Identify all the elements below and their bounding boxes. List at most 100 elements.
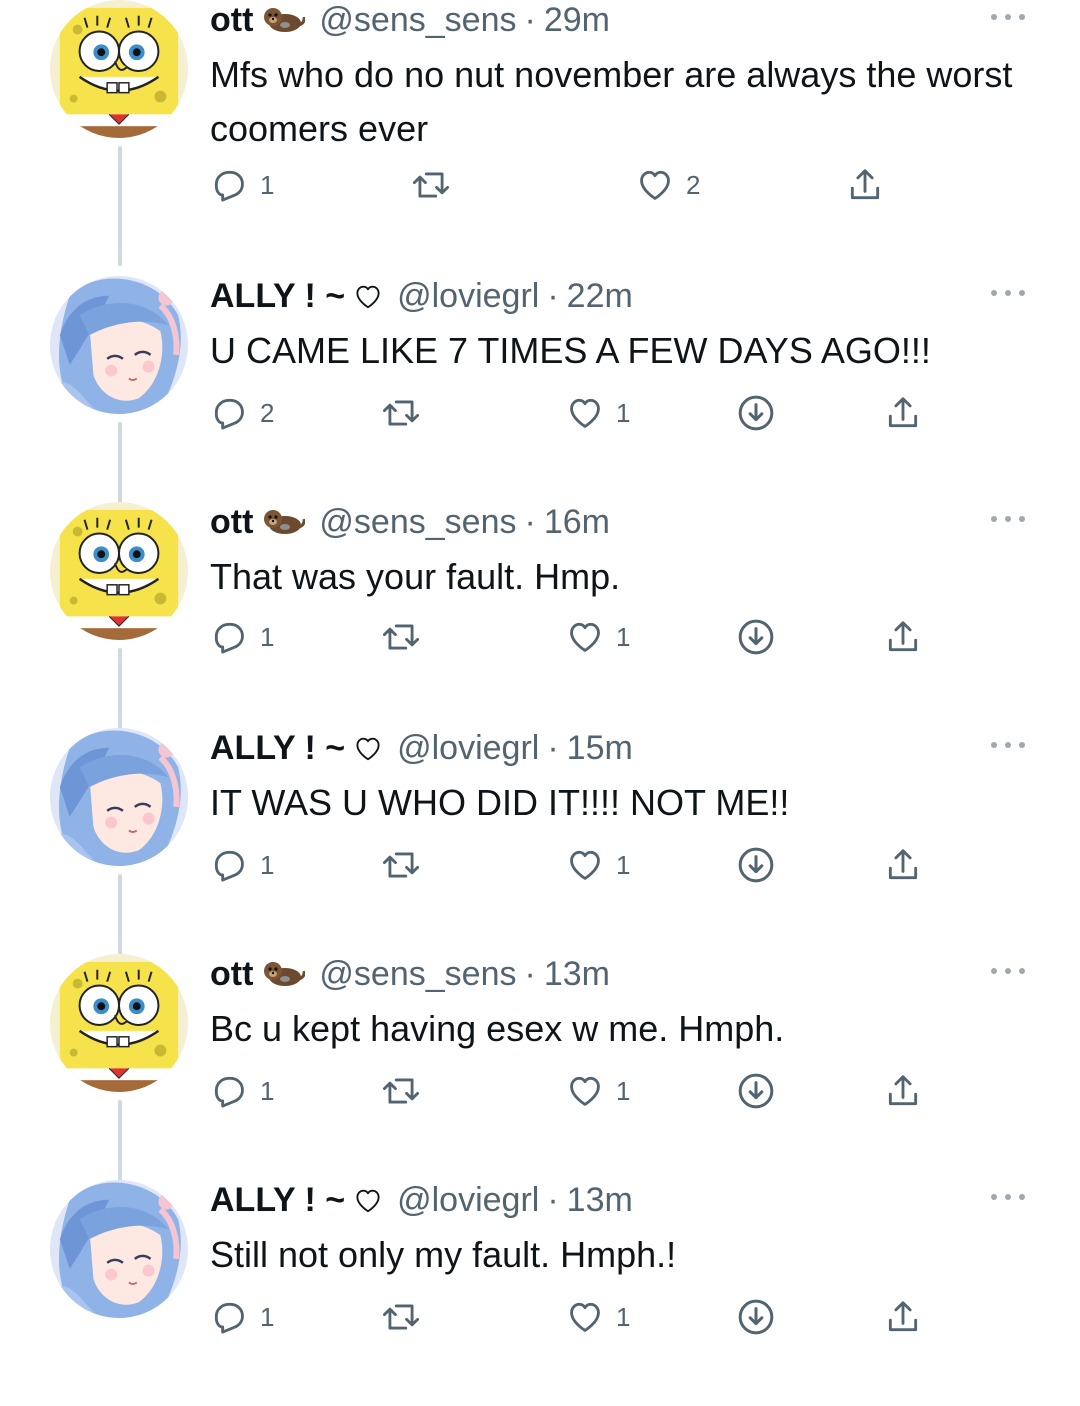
timestamp[interactable]: 15m — [567, 729, 633, 768]
share-icon — [884, 1072, 922, 1110]
timestamp[interactable]: 22m — [567, 277, 633, 316]
spongebob-avatar-icon — [50, 502, 188, 640]
user-handle[interactable]: @loviegrl — [397, 1181, 539, 1220]
avatar-column — [50, 1180, 190, 1406]
user-handle[interactable]: @sens_sens — [319, 503, 516, 542]
download-icon — [736, 393, 776, 433]
avatar-column — [50, 954, 190, 1220]
reply-count: 1 — [260, 1301, 275, 1332]
like-button[interactable]: 1 — [566, 1292, 630, 1342]
share-button[interactable] — [884, 612, 922, 662]
more-options-icon[interactable] — [988, 512, 1028, 526]
like-button[interactable]: 1 — [566, 840, 630, 890]
spongebob-avatar-icon — [50, 954, 188, 1092]
tweet-text: U CAME LIKE 7 TIMES A FEW DAYS AGO!!! — [210, 330, 931, 371]
retweet-button[interactable] — [380, 612, 422, 662]
reply-button[interactable]: 1 — [210, 612, 274, 662]
like-count: 2 — [686, 169, 701, 200]
download-button[interactable] — [736, 840, 776, 890]
like-count: 1 — [616, 397, 631, 428]
download-button[interactable] — [736, 612, 776, 662]
like-button[interactable]: 2 — [636, 160, 700, 210]
user-handle[interactable]: @sens_sens — [319, 955, 516, 994]
share-button[interactable] — [884, 388, 922, 438]
display-name[interactable]: ALLY ! ~ — [210, 277, 345, 316]
reply-button[interactable]: 2 — [210, 388, 274, 438]
tweet[interactable]: ott @sens_sens · 29m Mfs who do no nut n… — [0, 0, 1080, 266]
share-button[interactable] — [846, 160, 884, 210]
download-icon — [736, 617, 776, 657]
like-button[interactable]: 1 — [566, 1066, 630, 1116]
display-name[interactable]: ALLY ! ~ — [210, 1181, 345, 1220]
retweet-button[interactable] — [380, 388, 422, 438]
reply-button[interactable]: 1 — [210, 1066, 274, 1116]
more-options-icon[interactable] — [988, 286, 1028, 300]
tweet-text: Still not only my fault. Hmph.! — [210, 1234, 677, 1275]
user-handle[interactable]: @sens_sens — [319, 1, 516, 40]
share-button[interactable] — [884, 1292, 922, 1342]
download-button[interactable] — [736, 1292, 776, 1342]
retweet-button[interactable] — [410, 160, 452, 210]
download-button[interactable] — [736, 1066, 776, 1116]
like-button[interactable]: 1 — [566, 612, 630, 662]
user-handle[interactable]: @loviegrl — [397, 277, 539, 316]
tweet-header: ott @sens_sens · 13m — [210, 954, 610, 994]
user-handle[interactable]: @loviegrl — [397, 729, 539, 768]
more-options-icon[interactable] — [988, 1190, 1028, 1204]
retweet-button[interactable] — [380, 840, 422, 890]
timestamp[interactable]: 13m — [544, 955, 610, 994]
reply-button[interactable]: 1 — [210, 840, 274, 890]
tweet-text: IT WAS U WHO DID IT!!!! NOT ME!! — [210, 782, 790, 823]
more-options-icon[interactable] — [988, 738, 1028, 752]
reply-button[interactable]: 1 — [210, 160, 274, 210]
display-name[interactable]: ALLY ! ~ — [210, 729, 345, 768]
avatar-column — [50, 728, 190, 994]
tweet[interactable]: ALLY ! ~ @loviegrl · 13m Still not only … — [0, 1180, 1080, 1406]
share-button[interactable] — [884, 840, 922, 890]
timestamp[interactable]: 16m — [544, 503, 610, 542]
heart-outline-icon — [351, 281, 383, 311]
avatar[interactable] — [50, 728, 188, 866]
reply-count: 1 — [260, 849, 275, 880]
share-icon — [884, 618, 922, 656]
avatar[interactable] — [50, 276, 188, 414]
tweet[interactable]: ott @sens_sens · 13m Bc u kept having es… — [0, 954, 1080, 1220]
anime-girl-avatar-icon — [50, 276, 188, 414]
avatar[interactable] — [50, 1180, 188, 1318]
tweet-text: Mfs who do no nut november are always th… — [210, 54, 1013, 149]
reply-count: 1 — [260, 621, 275, 652]
more-options-icon[interactable] — [988, 10, 1028, 24]
tweet-text: Bc u kept having esex w me. Hmph. — [210, 1008, 785, 1049]
avatar[interactable] — [50, 954, 188, 1092]
display-name[interactable]: ott — [210, 1, 253, 40]
like-button[interactable]: 1 — [566, 388, 630, 438]
tweet[interactable]: ott @sens_sens · 16m That was your fault… — [0, 502, 1080, 768]
tweet-actions: 1 1 — [210, 612, 950, 662]
more-options-icon[interactable] — [988, 964, 1028, 978]
tweet-header: ott @sens_sens · 29m — [210, 0, 610, 40]
retweet-icon — [380, 618, 422, 656]
thread-connector-line — [118, 146, 122, 266]
reply-count: 2 — [260, 397, 275, 428]
display-name[interactable]: ott — [210, 955, 253, 994]
reply-button[interactable]: 1 — [210, 1292, 274, 1342]
avatar-column — [50, 276, 190, 542]
share-icon — [884, 394, 922, 432]
heart-icon — [566, 1072, 604, 1110]
tweet[interactable]: ALLY ! ~ @loviegrl · 22m U CAME LIKE 7 T… — [0, 276, 1080, 542]
timestamp[interactable]: 13m — [567, 1181, 633, 1220]
retweet-icon — [380, 1298, 422, 1336]
retweet-button[interactable] — [380, 1066, 422, 1116]
separator-dot: · — [524, 0, 536, 39]
display-name[interactable]: ott — [210, 503, 253, 542]
retweet-button[interactable] — [380, 1292, 422, 1342]
like-count: 1 — [616, 1075, 631, 1106]
tweet[interactable]: ALLY ! ~ @loviegrl · 15m IT WAS U WHO DI… — [0, 728, 1080, 994]
download-button[interactable] — [736, 388, 776, 438]
reply-icon — [210, 846, 248, 884]
timestamp[interactable]: 29m — [544, 1, 610, 40]
share-button[interactable] — [884, 1066, 922, 1116]
tweet-actions: 1 1 — [210, 840, 950, 890]
avatar[interactable] — [50, 0, 188, 138]
avatar[interactable] — [50, 502, 188, 640]
